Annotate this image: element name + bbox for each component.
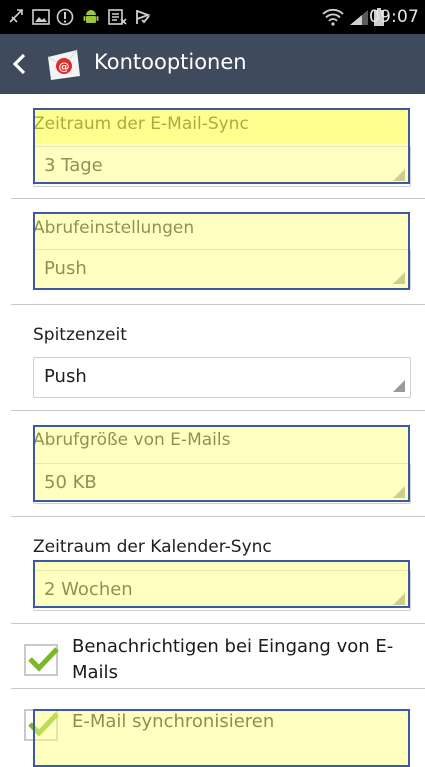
chevron-left-icon[interactable]	[10, 52, 28, 76]
setting-fetch-settings: Abrufeinstellungen Push	[0, 199, 425, 304]
notify-new-mail-row[interactable]: Benachrichtigen bei Eingang von E-Mails	[0, 624, 425, 688]
fetch-settings-dropdown[interactable]: Push	[33, 249, 411, 290]
clock: 09:07	[369, 7, 419, 27]
calendar-sync-period-dropdown[interactable]: 2 Wochen	[33, 570, 411, 611]
checkmark-icon	[28, 647, 59, 672]
dropdown-corner-icon	[393, 486, 405, 498]
dropdown-corner-icon	[393, 272, 405, 284]
sim-icon	[108, 9, 127, 25]
sync-email-checkbox[interactable]	[24, 709, 59, 741]
status-bar: 09:07	[0, 0, 425, 34]
setting-fetch-size: Abrufgröße von E-Mails 50 KB	[0, 411, 425, 516]
action-bar: @ Kontooptionen	[0, 34, 425, 94]
wifi-icon	[322, 8, 344, 26]
sync-email-row[interactable]: E-Mail synchronisieren	[0, 689, 425, 767]
usb-icon	[9, 9, 23, 23]
dropdown-value: Push	[44, 366, 87, 387]
alert-icon	[56, 8, 74, 26]
svg-text:@: @	[59, 60, 70, 73]
dropdown-value: Push	[44, 258, 87, 279]
dropdown-corner-icon	[393, 169, 405, 181]
notify-new-mail-label: Benachrichtigen bei Eingang von E-Mails	[72, 636, 394, 683]
android-icon	[83, 10, 99, 23]
setting-label: Abrufeinstellungen	[33, 218, 195, 238]
dropdown-value: 3 Tage	[44, 155, 103, 176]
dropdown-corner-icon	[393, 593, 405, 605]
page-title: Kontooptionen	[94, 50, 247, 74]
checkmark-icon	[28, 712, 59, 737]
dropdown-value: 2 Wochen	[44, 579, 133, 600]
peak-time-dropdown[interactable]: Push	[33, 357, 411, 398]
email-app-icon: @	[47, 49, 80, 80]
dropdown-value: 50 KB	[44, 472, 97, 493]
setting-label: Abrufgröße von E-Mails	[33, 430, 231, 450]
image-icon	[32, 9, 50, 25]
dropdown-corner-icon	[393, 380, 405, 392]
setting-label: Zeitraum der E-Mail-Sync	[33, 114, 249, 134]
setting-label: Zeitraum der Kalender-Sync	[33, 537, 272, 557]
setting-email-sync-period: Zeitraum der E-Mail-Sync 3 Tage	[0, 94, 425, 198]
notify-new-mail-checkbox[interactable]	[24, 644, 59, 676]
signal-icon	[350, 10, 368, 25]
setting-label: Spitzenzeit	[33, 325, 127, 345]
setting-calendar-sync-period: Zeitraum der Kalender-Sync 2 Wochen	[0, 517, 425, 623]
setting-peak-time: Spitzenzeit Push	[0, 305, 425, 410]
tasks-icon	[136, 10, 151, 24]
email-sync-period-dropdown[interactable]: 3 Tage	[33, 146, 411, 187]
sync-email-label: E-Mail synchronisieren	[72, 711, 275, 732]
fetch-size-dropdown[interactable]: 50 KB	[33, 463, 411, 504]
